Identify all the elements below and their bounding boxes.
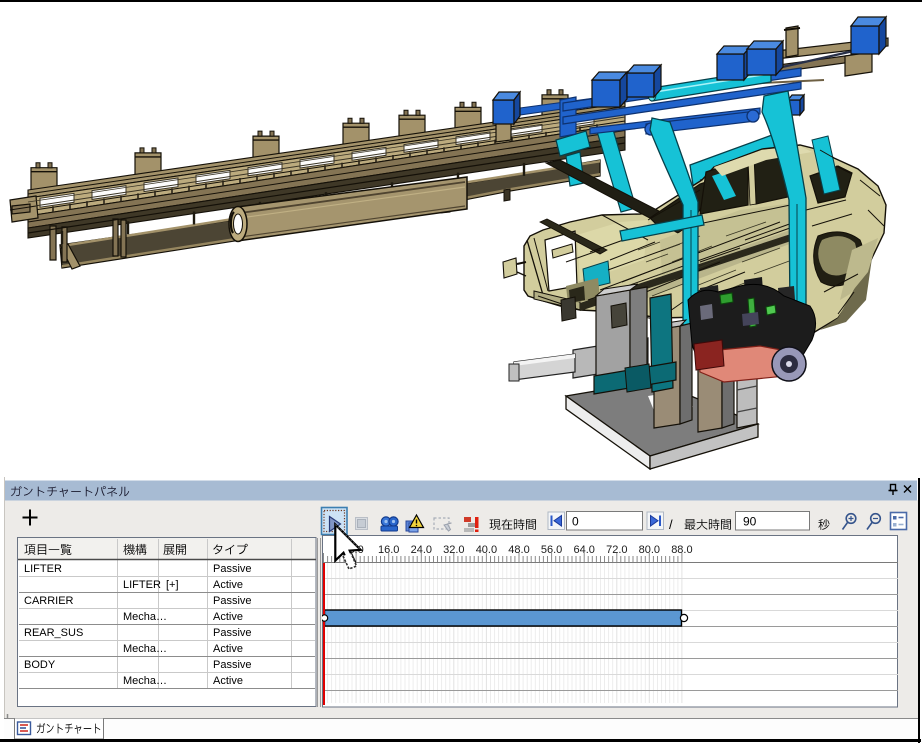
svg-text:Passive: Passive <box>213 595 252 607</box>
svg-text:64.0: 64.0 <box>573 544 594 556</box>
svg-text:88.0: 88.0 <box>671 544 692 556</box>
svg-text:90: 90 <box>743 515 757 529</box>
svg-text:REAR_SUS: REAR_SUS <box>24 627 83 639</box>
svg-text:48.0: 48.0 <box>508 544 529 556</box>
svg-text:Active: Active <box>213 643 243 655</box>
svg-text:24.0: 24.0 <box>411 544 432 556</box>
svg-text:Passive: Passive <box>213 659 252 671</box>
svg-text:Mecha…: Mecha… <box>123 611 167 623</box>
svg-text:Active: Active <box>213 611 243 623</box>
svg-text:BODY: BODY <box>24 659 56 671</box>
svg-text:Active: Active <box>213 579 243 591</box>
svg-text:32.0: 32.0 <box>443 544 464 556</box>
svg-text:LIFTER: LIFTER <box>123 579 161 591</box>
svg-text:0: 0 <box>572 515 579 529</box>
svg-text:Mecha…: Mecha… <box>123 675 167 687</box>
svg-text:Mecha…: Mecha… <box>123 643 167 655</box>
svg-text:Passive: Passive <box>213 563 252 575</box>
svg-text:Passive: Passive <box>213 627 252 639</box>
svg-text:16.0: 16.0 <box>378 544 399 556</box>
svg-text:LIFTER: LIFTER <box>24 563 62 575</box>
svg-text:CARRIER: CARRIER <box>24 595 74 607</box>
svg-text:/: / <box>669 517 673 532</box>
svg-text:56.0: 56.0 <box>541 544 562 556</box>
svg-text:72.0: 72.0 <box>606 544 627 556</box>
svg-text:[+]: [+] <box>166 579 179 591</box>
svg-text:Active: Active <box>213 675 243 687</box>
svg-text:80.0: 80.0 <box>639 544 660 556</box>
svg-text:40.0: 40.0 <box>476 544 497 556</box>
